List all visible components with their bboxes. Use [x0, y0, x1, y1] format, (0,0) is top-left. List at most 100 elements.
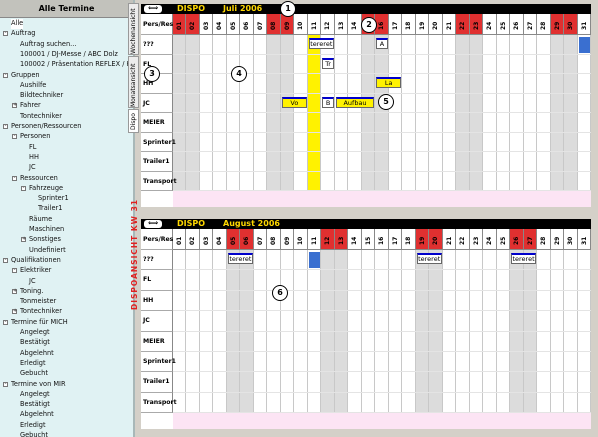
day-header[interactable]: 21 [442, 14, 457, 35]
day-column[interactable] [429, 250, 443, 413]
day-header[interactable]: 26 [510, 229, 524, 250]
tree-node[interactable]: Fahrzeuge [29, 184, 63, 194]
day-column[interactable] [173, 35, 187, 191]
tree-node[interactable]: Abgelehnt [20, 349, 54, 359]
day-header[interactable]: 24 [483, 229, 497, 250]
day-column[interactable] [348, 35, 362, 191]
appointment-event[interactable]: tereret [227, 253, 253, 264]
tree-node[interactable]: Abgelehnt [20, 410, 54, 420]
tree-node[interactable]: Termine von MIR [11, 380, 66, 390]
day-column[interactable] [550, 250, 565, 413]
day-column[interactable] [537, 250, 551, 413]
day-header[interactable]: 25 [496, 14, 511, 35]
day-header[interactable]: 14 [348, 229, 362, 250]
tree-node[interactable]: Ressourcen [20, 174, 58, 184]
day-column[interactable] [537, 35, 551, 191]
day-header[interactable]: 17 [388, 14, 403, 35]
day-header[interactable]: 01 [173, 229, 187, 250]
day-header[interactable]: 31 [577, 229, 591, 250]
day-column[interactable] [456, 35, 470, 191]
tree-node[interactable]: Qualifikationen [11, 256, 61, 266]
day-header[interactable]: 29 [550, 229, 565, 250]
tree-node[interactable]: Auftrag suchen... [20, 40, 76, 50]
tree-node[interactable]: Gruppen [11, 71, 40, 81]
day-column[interactable] [442, 35, 457, 191]
tree-node[interactable]: Sprinter1 [38, 194, 69, 204]
day-header[interactable]: 30 [564, 14, 578, 35]
day-column[interactable] [388, 250, 403, 413]
tree-node[interactable]: Gebucht [20, 431, 48, 437]
day-column[interactable] [523, 35, 538, 191]
day-column[interactable] [226, 35, 241, 191]
tree-expander[interactable]: - [3, 124, 8, 129]
tree-node[interactable]: 100001 / DJ-Messe / ABC Dolz [20, 50, 118, 60]
day-header[interactable]: 10 [294, 229, 308, 250]
day-column[interactable] [510, 35, 524, 191]
day-column[interactable] [456, 250, 470, 413]
tree-expander[interactable]: - [3, 31, 8, 37]
day-header[interactable]: 08 [267, 229, 281, 250]
day-header[interactable]: 04 [213, 14, 227, 35]
day-header[interactable]: 23 [469, 14, 484, 35]
tree-node[interactable]: Erledigt [20, 359, 46, 369]
day-column[interactable] [294, 35, 308, 191]
tree-node[interactable]: Tontechniker [20, 307, 62, 317]
day-column[interactable] [267, 250, 281, 413]
day-column[interactable] [469, 35, 484, 191]
day-column[interactable] [523, 250, 538, 413]
tree-expander[interactable]: - [12, 175, 17, 181]
day-header[interactable]: 21 [442, 229, 457, 250]
day-column[interactable] [510, 250, 524, 413]
day-header[interactable]: 25 [496, 229, 511, 250]
tab-wochenansicht[interactable]: Wochenansicht [128, 3, 139, 55]
tree-expander[interactable]: - [3, 381, 8, 387]
day-header[interactable]: 05 [226, 229, 241, 250]
day-column[interactable] [280, 35, 295, 191]
tree-node[interactable]: Angelegt [20, 390, 50, 400]
tree-expander[interactable]: - [3, 72, 8, 78]
day-column[interactable] [253, 250, 268, 413]
blue-marker[interactable] [578, 37, 590, 53]
tree-node[interactable]: Erledigt [20, 421, 46, 431]
appointment-event[interactable]: tereret [511, 253, 537, 264]
tree-node[interactable]: HH [29, 153, 39, 163]
day-header[interactable]: 31 [577, 14, 591, 35]
day-header[interactable]: 19 [415, 229, 430, 250]
day-column[interactable] [496, 250, 511, 413]
day-header[interactable]: 30 [564, 229, 578, 250]
day-header[interactable]: 12 [321, 229, 335, 250]
day-header[interactable]: 28 [537, 229, 551, 250]
day-column[interactable] [213, 35, 227, 191]
day-header[interactable]: 16 [375, 229, 389, 250]
day-header[interactable]: 10 [294, 14, 308, 35]
day-header[interactable]: 08 [267, 14, 281, 35]
tree-node[interactable]: Alle [11, 19, 24, 29]
tree-node[interactable]: 100002 / Präsentation REFLEX / KW [20, 60, 133, 70]
tree-expander[interactable]: + [21, 237, 26, 243]
tab-monatsansicht[interactable]: Monatsansicht [128, 56, 139, 108]
day-header[interactable]: 09 [280, 229, 295, 250]
tree-expander[interactable]: - [12, 268, 17, 274]
day-header[interactable]: 27 [523, 14, 538, 35]
day-header[interactable]: 28 [537, 14, 551, 35]
day-column[interactable] [577, 250, 591, 413]
appointment-event[interactable]: Tr [322, 57, 334, 69]
day-column[interactable] [415, 250, 430, 413]
day-column[interactable] [564, 35, 578, 191]
tree-node[interactable]: Bestätigt [20, 338, 50, 348]
day-header[interactable]: 07 [253, 14, 268, 35]
day-column[interactable] [442, 250, 457, 413]
day-header[interactable]: 18 [402, 14, 416, 35]
day-header[interactable]: 23 [469, 229, 484, 250]
day-header[interactable]: 05 [226, 14, 241, 35]
nav-arrows-icon[interactable]: ⟺ [144, 220, 162, 228]
day-column[interactable] [334, 35, 349, 191]
day-header[interactable]: 06 [240, 14, 254, 35]
day-column[interactable] [307, 250, 322, 413]
day-column[interactable] [186, 35, 200, 191]
day-header[interactable]: 07 [253, 229, 268, 250]
day-header[interactable]: 22 [456, 229, 470, 250]
day-column[interactable] [375, 35, 389, 191]
tree-node[interactable]: Trailer1 [38, 204, 62, 214]
day-header[interactable]: 26 [510, 14, 524, 35]
